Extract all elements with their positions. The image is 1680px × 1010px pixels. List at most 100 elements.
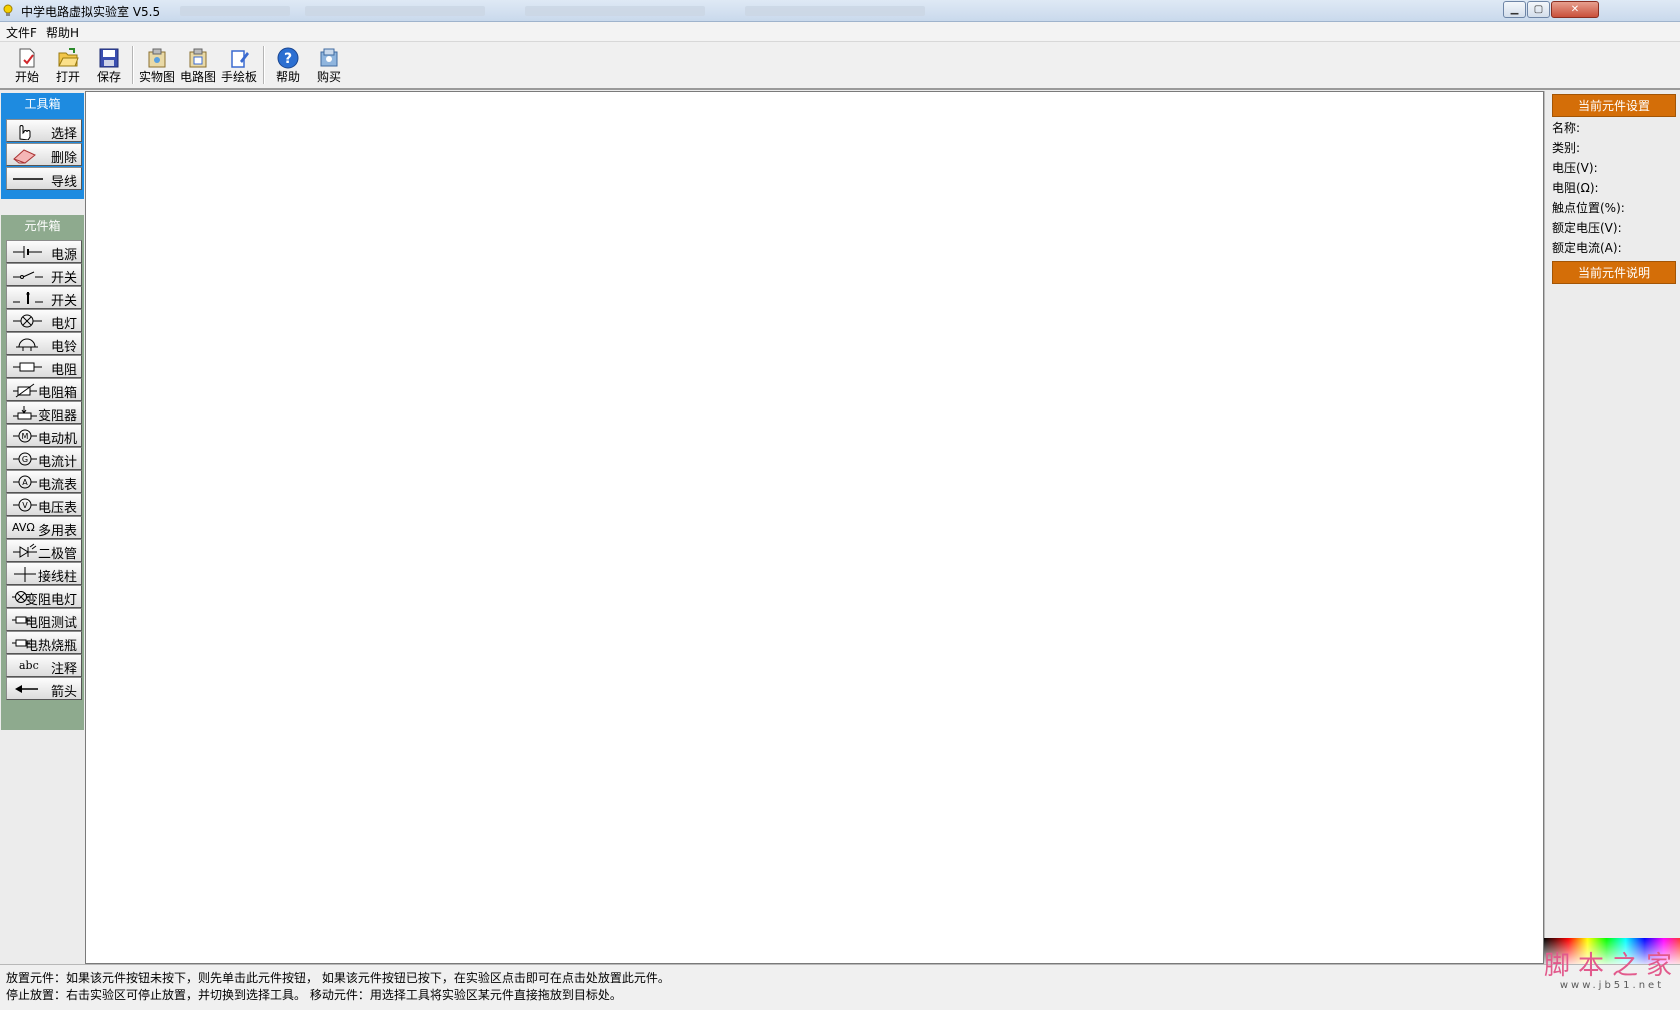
component-label: 变阻器	[37, 409, 77, 424]
component-annotation-button[interactable]: abc 注释	[6, 654, 82, 677]
battery-symbol-icon	[13, 246, 42, 258]
property-name: 名称:	[1552, 121, 1581, 135]
component-label: 电阻	[50, 363, 77, 378]
circuit-diagram-label: 电路图	[179, 70, 216, 84]
physical-diagram-icon	[148, 48, 166, 68]
open-folder-icon	[58, 48, 79, 67]
minimize-button[interactable]: ▁	[1503, 1, 1526, 18]
menu-help[interactable]: 帮助H	[46, 24, 79, 41]
lightbulb-app-icon	[3, 4, 13, 16]
svg-text:V: V	[22, 501, 28, 510]
component-bell-button[interactable]: 电铃	[6, 332, 82, 355]
physical-diagram-label: 实物图	[138, 70, 175, 84]
new-document-icon	[19, 48, 35, 68]
property-contact-position: 触点位置(%):	[1552, 201, 1625, 215]
component-lamp-button[interactable]: 电灯	[6, 309, 82, 332]
component-variable-lamp-button[interactable]: 变阻电灯	[6, 585, 82, 608]
start-button[interactable]: 开始	[7, 45, 47, 87]
svg-text:M: M	[22, 432, 29, 441]
component-label: 电热烧瓶	[24, 639, 77, 654]
tool-delete-label: 删除	[50, 151, 77, 166]
svg-text:A: A	[22, 478, 28, 487]
menu-bar: 文件F 帮助H	[0, 22, 1680, 42]
toolbar-separator	[263, 46, 265, 84]
resistor-box-symbol-icon	[13, 383, 37, 398]
save-label: 保存	[96, 70, 121, 84]
component-ammeter-button[interactable]: A 电流表	[6, 470, 82, 493]
component-arrow-button[interactable]: 箭头	[6, 677, 82, 700]
component-label: 电源	[50, 248, 77, 263]
component-label: 箭头	[50, 685, 77, 700]
component-label: 电流表	[37, 478, 77, 493]
component-switch-button[interactable]: 开关	[6, 263, 82, 286]
tool-delete-button[interactable]: 删除	[6, 143, 82, 166]
component-heating-flask-button[interactable]: 电热烧瓶	[6, 631, 82, 654]
rheostat-symbol-icon	[13, 406, 37, 420]
component-rheostat-button[interactable]: 变阻器	[6, 401, 82, 424]
watermark: 脚本之家 www.jb51.net	[1544, 952, 1680, 996]
arrow-left-icon	[15, 685, 38, 693]
component-voltmeter-button[interactable]: V 电压表	[6, 493, 82, 516]
component-push-switch-button[interactable]: 开关	[6, 286, 82, 309]
component-label: 开关	[50, 271, 77, 286]
open-button[interactable]: 打开	[48, 45, 88, 87]
terminal-symbol-icon	[14, 567, 36, 582]
component-motor-button[interactable]: M 电动机	[6, 424, 82, 447]
tool-select-button[interactable]: 选择	[6, 119, 82, 142]
help-icon: ?	[277, 47, 299, 69]
annotation-icon: abc	[19, 659, 39, 672]
eraser-icon	[13, 149, 36, 164]
close-button[interactable]: ✕	[1551, 1, 1599, 18]
component-diode-button[interactable]: 二极管	[6, 539, 82, 562]
svg-text:?: ?	[284, 51, 292, 67]
component-terminal-button[interactable]: 接线柱	[6, 562, 82, 585]
tool-wire-button[interactable]: 导线	[6, 167, 82, 190]
buy-button[interactable]: 购买	[309, 45, 349, 87]
component-label: 电铃	[50, 340, 77, 355]
component-label: 多用表	[37, 524, 77, 539]
component-multimeter-button[interactable]: AVΩ 多用表	[6, 516, 82, 539]
background-tab-blur	[525, 6, 705, 16]
circuit-diagram-icon	[189, 48, 207, 68]
component-label: 电阻箱	[37, 386, 77, 401]
property-rated-current: 额定电流(A):	[1552, 241, 1622, 255]
component-galvanometer-button[interactable]: G 电流计	[6, 447, 82, 470]
help-button[interactable]: ? 帮助	[268, 45, 308, 87]
help-label: 帮助	[275, 70, 300, 84]
current-component-description-header: 当前元件说明	[1552, 261, 1676, 284]
component-resistor-box-button[interactable]: 电阻箱	[6, 378, 82, 401]
background-tab-blur	[180, 6, 290, 16]
background-tab-blur	[745, 6, 925, 16]
resistor-symbol-icon	[13, 362, 42, 372]
component-resistance-test-button[interactable]: 电阻测试	[6, 608, 82, 631]
menu-file[interactable]: 文件F	[6, 24, 37, 41]
physical-diagram-button[interactable]: 实物图	[137, 45, 177, 87]
save-button[interactable]: 保存	[89, 45, 129, 87]
ammeter-symbol-icon: A	[13, 475, 37, 489]
motor-symbol-icon: M	[13, 429, 37, 443]
property-rated-voltage: 额定电压(V):	[1552, 221, 1622, 235]
drawing-board-button[interactable]: 手绘板	[219, 45, 259, 87]
wire-icon	[13, 178, 43, 180]
status-bar: 放置元件：如果该元件按钮未按下，则先单击此元件按钮， 如果该元件按钮已按下，在实…	[0, 964, 1680, 1010]
maximize-button[interactable]: ▢	[1527, 1, 1550, 18]
status-line-1: 放置元件：如果该元件按钮未按下，则先单击此元件按钮， 如果该元件按钮已按下，在实…	[6, 971, 670, 985]
toolbox-panel: 工具箱 选择 删除 导线	[1, 93, 84, 199]
component-label: 电压表	[37, 501, 77, 516]
component-label: 电流计	[37, 455, 77, 470]
status-line-2: 停止放置：右击实验区可停止放置，并切换到选择工具。 移动元件：用选择工具将实验区…	[6, 988, 622, 1002]
experiment-canvas[interactable]	[85, 91, 1544, 964]
circuit-diagram-button[interactable]: 电路图	[178, 45, 218, 87]
property-resistance: 电阻(Ω):	[1552, 181, 1599, 195]
toolbar: 开始 打开 保存 实物图 电路图 手绘板 ? 帮助 购买	[0, 42, 1680, 90]
left-panel: 工具箱 选择 删除 导线 元件箱 电源 开关 开关 电灯 电铃 电阻 电阻箱 变…	[0, 91, 85, 967]
component-label: 开关	[50, 294, 77, 309]
component-resistor-button[interactable]: 电阻	[6, 355, 82, 378]
property-category: 类别:	[1552, 141, 1581, 155]
component-battery-button[interactable]: 电源	[6, 240, 82, 263]
component-label: 二极管	[37, 547, 77, 562]
tool-wire-label: 导线	[50, 175, 77, 190]
property-voltage: 电压(V):	[1552, 161, 1598, 175]
push-switch-symbol-icon	[13, 292, 43, 304]
switch-symbol-icon	[13, 271, 43, 279]
